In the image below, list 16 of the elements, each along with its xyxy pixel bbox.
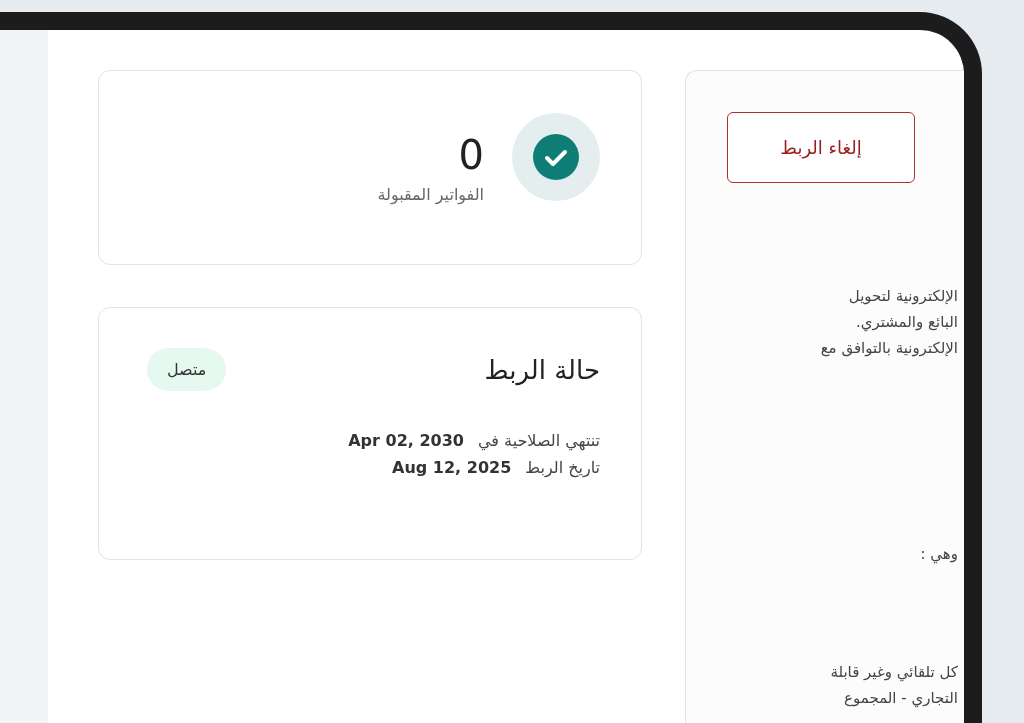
invoice-count: 0 bbox=[458, 135, 484, 175]
unlink-button[interactable]: إلغاء الربط bbox=[727, 112, 915, 183]
text-line: الإلكترونية بالتوافق مع bbox=[820, 338, 958, 359]
card-title: حالة الربط bbox=[484, 354, 600, 385]
detail-value: Apr 02, 2030 bbox=[348, 431, 464, 450]
text-line: البائع والمشتري. bbox=[855, 312, 958, 334]
check-circle-icon bbox=[512, 112, 600, 201]
text-line: الإلكترونية لتحويل bbox=[848, 286, 958, 307]
text-line: كل تلقائي وغير قابلة bbox=[830, 662, 958, 684]
text-line: التجاري - المجموع bbox=[844, 688, 958, 710]
status-badge: متصل bbox=[147, 348, 227, 391]
detail-label: تاريخ الربط bbox=[525, 458, 600, 477]
invoice-label: الفواتير المقبولة bbox=[377, 185, 484, 204]
text-line: وهي : bbox=[920, 544, 958, 566]
detail-label: تنتهي الصلاحية في bbox=[478, 431, 600, 450]
detail-value: Aug 12, 2025 bbox=[392, 458, 512, 477]
